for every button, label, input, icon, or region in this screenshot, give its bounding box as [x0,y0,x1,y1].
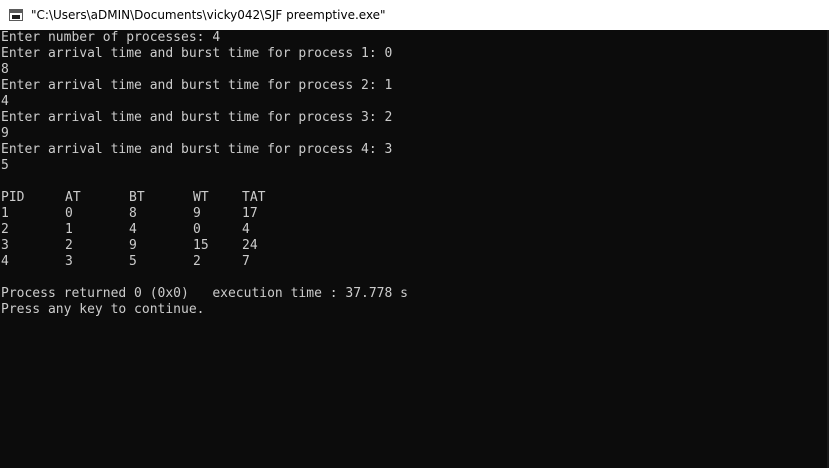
header-at: AT [65,190,81,205]
console-app-icon [9,9,23,21]
console-output[interactable]: Enter number of processes: 4 Enter arriv… [1,30,827,466]
header-bt: BT [129,190,145,205]
icon-screen [12,15,20,19]
console-window: "C:\Users\aDMIN\Documents\vicky042\SJF p… [0,0,829,468]
cell-wt: 2 [193,254,201,269]
cell-tat: 7 [242,254,250,269]
cell-wt: 9 [193,206,201,221]
header-wt: WT [193,190,209,205]
header-tat: TAT [242,190,266,205]
window-title: "C:\Users\aDMIN\Documents\vicky042\SJF p… [31,8,386,22]
header-pid: PID [1,190,25,205]
process-4-prompt: Enter arrival time and burst time for pr… [1,142,393,157]
cell-at: 2 [65,238,73,253]
cell-bt: 8 [129,206,137,221]
cell-wt: 15 [193,238,209,253]
table-row: 3 2 9 15 24 [1,238,827,254]
table-row: 2 1 4 0 4 [1,222,827,238]
process-3-burst-input: 9 [1,126,9,141]
process-count-prompt: Enter number of processes: 4 [1,30,221,45]
process-2-burst-input: 4 [1,94,9,109]
cell-pid: 3 [1,238,9,253]
cell-bt: 4 [129,222,137,237]
cell-pid: 4 [1,254,9,269]
cell-tat: 24 [242,238,258,253]
press-any-key-message: Press any key to continue. [1,302,205,317]
cell-at: 1 [65,222,73,237]
icon-title-strip [10,10,22,13]
table-row: 4 3 5 2 7 [1,254,827,270]
cell-pid: 2 [1,222,9,237]
cell-at: 0 [65,206,73,221]
table-header-row: PID AT BT WT TAT [1,190,827,206]
cell-wt: 0 [193,222,201,237]
cell-bt: 9 [129,238,137,253]
cell-at: 3 [65,254,73,269]
process-2-prompt: Enter arrival time and burst time for pr… [1,78,393,93]
process-3-prompt: Enter arrival time and burst time for pr… [1,110,393,125]
process-returned-status: Process returned 0 (0x0) execution time … [1,286,408,301]
cell-tat: 4 [242,222,250,237]
table-row: 1 0 8 9 17 [1,206,827,222]
cell-tat: 17 [242,206,258,221]
cell-pid: 1 [1,206,9,221]
process-1-burst-input: 8 [1,62,9,77]
title-bar[interactable]: "C:\Users\aDMIN\Documents\vicky042\SJF p… [0,0,829,30]
cell-bt: 5 [129,254,137,269]
process-1-prompt: Enter arrival time and burst time for pr… [1,46,393,61]
process-4-burst-input: 5 [1,158,9,173]
